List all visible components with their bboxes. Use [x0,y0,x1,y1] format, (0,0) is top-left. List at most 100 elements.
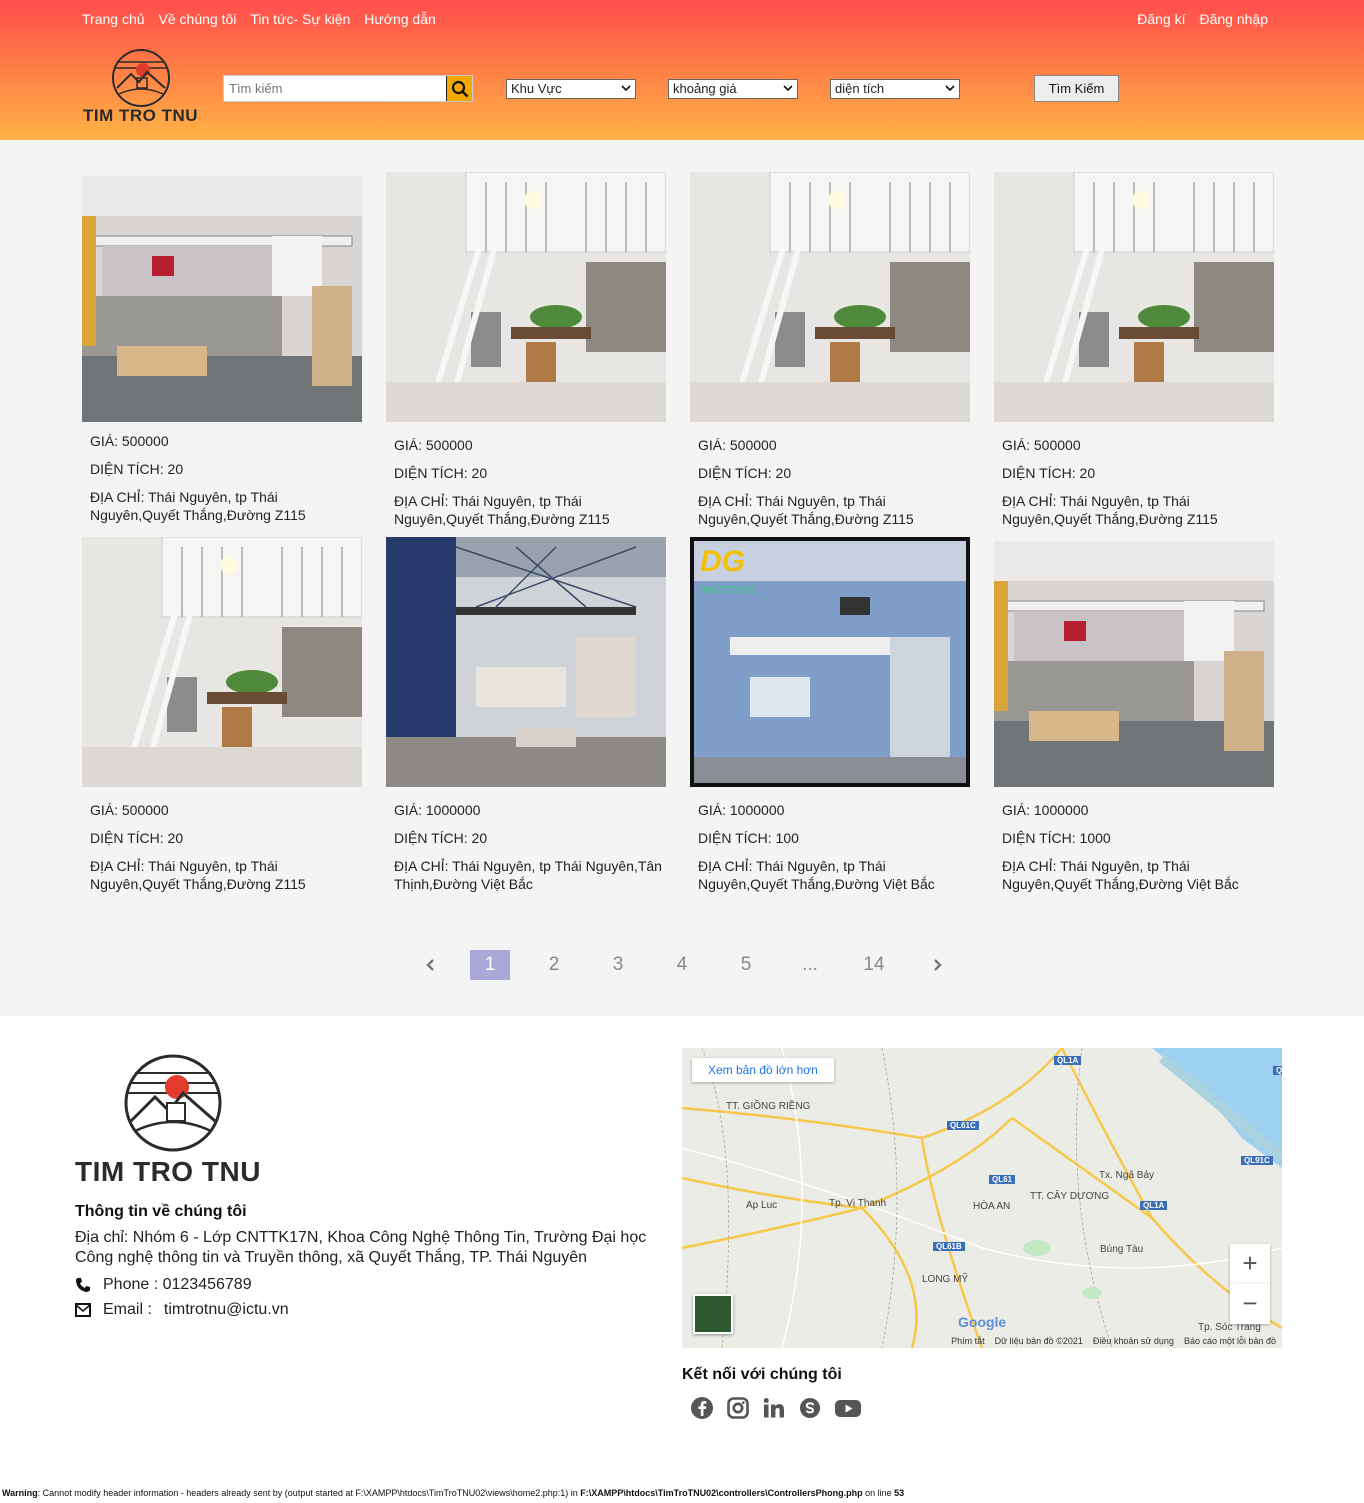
view-larger-map-link[interactable]: Xem bản đồ lớn hơn [692,1058,834,1082]
footer-phone-text: Phone : 0123456789 [103,1276,252,1293]
nav-guide-link[interactable]: Hướng dẫn [364,11,435,27]
search-button[interactable] [446,76,472,101]
warning-line-label: on line [862,1488,895,1498]
envelope-icon [75,1303,91,1317]
map-terms-link[interactable]: Điều khoản sử dụng [1093,1336,1174,1346]
listing-address: ĐỊA CHỈ: Thái Nguyên, tp Thái Nguyên,Tân… [394,858,662,892]
area-select-value: Khu Vực [511,81,562,96]
map-label: HÒA AN [973,1201,1011,1212]
map-shortcuts-link[interactable]: Phím tắt [951,1336,985,1346]
listing-area: DIỆN TÍCH: 20 [394,465,488,481]
phone-icon [76,1278,90,1292]
area-select[interactable]: Khu Vực [506,79,636,99]
chevron-right-icon [934,959,942,971]
nav-about-link[interactable]: Về chúng tôi [159,11,237,27]
prev-page-button[interactable] [410,950,450,980]
linkedin-icon[interactable] [762,1396,786,1420]
page-button[interactable]: 14 [854,950,894,980]
logo-emblem-icon [112,49,170,107]
instagram-icon[interactable] [726,1396,750,1420]
room-photo[interactable] [82,176,362,422]
map-label: Tp. Vị Thanh [829,1198,887,1209]
price-select-value: khoảng giá [673,81,737,96]
google-logo: Google [958,1314,1007,1330]
zoom-in-button[interactable]: + [1230,1244,1270,1284]
login-link[interactable]: Đăng nhập [1199,11,1268,27]
highway-shield: QL1A [1140,1201,1168,1210]
site-logo[interactable]: TIM TRO TNU [83,48,203,130]
listing-price: GIÁ: 1000000 [1002,802,1089,818]
search-input[interactable] [224,76,444,101]
listing-card[interactable]: GIÁ: 1000000 DIỆN TÍCH: 1000 ĐỊA CHỈ: Th… [994,537,1274,897]
warning-file: F:\XAMPP\htdocs\TimTroTNU02\controllers\… [580,1488,863,1498]
highway-shield: QL61B [933,1242,965,1251]
page-button[interactable]: 4 [662,950,702,980]
room-photo[interactable] [82,537,362,787]
top-nav: Trang chủ Về chúng tôi Tin tức- Sự kiện … [82,11,436,27]
room-photo[interactable] [994,172,1274,422]
page-button[interactable]: 5 [726,950,766,980]
footer-logo-text: TIM TRO TNU [75,1156,261,1187]
map-label: Ap Luc [746,1200,778,1211]
listing-card[interactable]: GIÁ: 500000 DIỆN TÍCH: 20 ĐỊA CHỈ: Thái … [82,537,362,897]
page-button[interactable]: 3 [598,950,638,980]
facebook-icon[interactable] [690,1396,714,1420]
map-data-credit: Dữ liệu bản đồ ©2021 [994,1336,1083,1346]
listing-price: GIÁ: 500000 [90,802,169,818]
listing-card[interactable]: GIÁ: 500000 DIỆN TÍCH: 20 ĐỊA CHỈ: Thái … [386,172,666,532]
listing-address: ĐỊA CHỈ: Thái Nguyên, tp Thái Nguyên,Quy… [698,858,935,892]
listing-price: GIÁ: 500000 [1002,437,1081,453]
room-photo[interactable] [690,172,970,422]
footer-email-address[interactable]: timtrotnu@ictu.vn [164,1301,289,1319]
map-label: TT. GIỒNG RIỀNG [726,1101,811,1112]
size-select[interactable]: diện tích [830,79,960,99]
highway-shield: QL61 [989,1175,1016,1184]
nav-news-link[interactable]: Tin tức- Sự kiện [250,11,350,27]
room-photo[interactable] [386,537,666,787]
listing-price: GIÁ: 500000 [90,433,169,449]
listing-card[interactable]: GIÁ: 500000 DIỆN TÍCH: 20 ĐỊA CHỈ: Thái … [994,172,1274,532]
room-photo[interactable]: DG 0982772662 [690,537,970,787]
listing-address: ĐỊA CHỈ: Thái Nguyên, tp Thái Nguyên,Quy… [1002,858,1239,892]
map-report-link[interactable]: Báo cáo một lỗi bản đồ [1184,1336,1276,1346]
zoom-out-button[interactable]: − [1230,1284,1270,1324]
highway-shield: QL1A [1054,1056,1082,1065]
page-ellipsis: ... [802,954,818,975]
room-photo[interactable] [994,541,1274,787]
listing-address: ĐỊA CHỈ: Thái Nguyên, tp Thái Nguyên,Quy… [394,493,610,527]
listing-area: DIỆN TÍCH: 100 [698,830,799,846]
map-label: LONG MỸ [922,1274,969,1285]
nav-home-link[interactable]: Trang chủ [82,11,145,27]
skype-icon[interactable] [798,1396,822,1420]
listing-card[interactable]: GIÁ: 500000 DIỆN TÍCH: 20 ĐỊA CHỈ: Thái … [82,172,362,532]
listing-area: DIỆN TÍCH: 20 [394,830,488,846]
satellite-toggle-button[interactable] [693,1294,733,1334]
page-button[interactable]: 2 [534,950,574,980]
page-button[interactable]: 1 [470,950,510,980]
warning-label: Warning [2,1488,38,1498]
footer-email-label: Email : [103,1301,152,1318]
warning-line: 53 [894,1488,905,1498]
register-link[interactable]: Đăng kí [1137,11,1185,27]
auth-nav: Đăng kí Đăng nhập [1137,11,1268,27]
listing-card[interactable]: GIÁ: 1000000 DIỆN TÍCH: 20 ĐỊA CHỈ: Thái… [386,537,666,897]
map-label: Tx. Ngã Bảy [1099,1170,1155,1181]
listing-card[interactable]: GIÁ: 500000 DIỆN TÍCH: 20 ĐỊA CHỈ: Thái … [690,172,970,532]
listing-card[interactable]: DG 0982772662 GIÁ: 1000000 DIỆN TÍCH: 10… [690,537,970,897]
site-footer: TIM TRO TNU Thông tin về chúng tôi Địa c… [0,1016,1364,1486]
highway-shield: QL1A [1273,1066,1282,1075]
embedded-map[interactable]: Xem bản đồ lớn hơn TT. GIỒNG RIỀNG Tx. N… [682,1048,1282,1348]
price-select[interactable]: khoảng giá [668,79,798,99]
logo-emblem-icon [124,1054,222,1152]
next-page-button[interactable] [918,950,958,980]
room-photo[interactable] [386,172,666,422]
youtube-icon[interactable] [834,1396,861,1420]
size-select-value: diện tích [835,81,885,96]
logo-text: TIM TRO TNU [83,106,199,125]
footer-address: Địa chỉ: Nhóm 6 - Lớp CNTTK17N, Khoa Côn… [75,1229,647,1266]
warning-text: : Cannot modify header information - hea… [37,1488,581,1498]
find-button[interactable]: Tìm Kiếm [1034,75,1119,102]
listing-address: ĐỊA CHỈ: Thái Nguyên, tp Thái Nguyên,Quy… [1002,493,1218,527]
map-label: Búng Tàu [1100,1244,1144,1255]
listing-area: DIỆN TÍCH: 20 [1002,465,1096,481]
